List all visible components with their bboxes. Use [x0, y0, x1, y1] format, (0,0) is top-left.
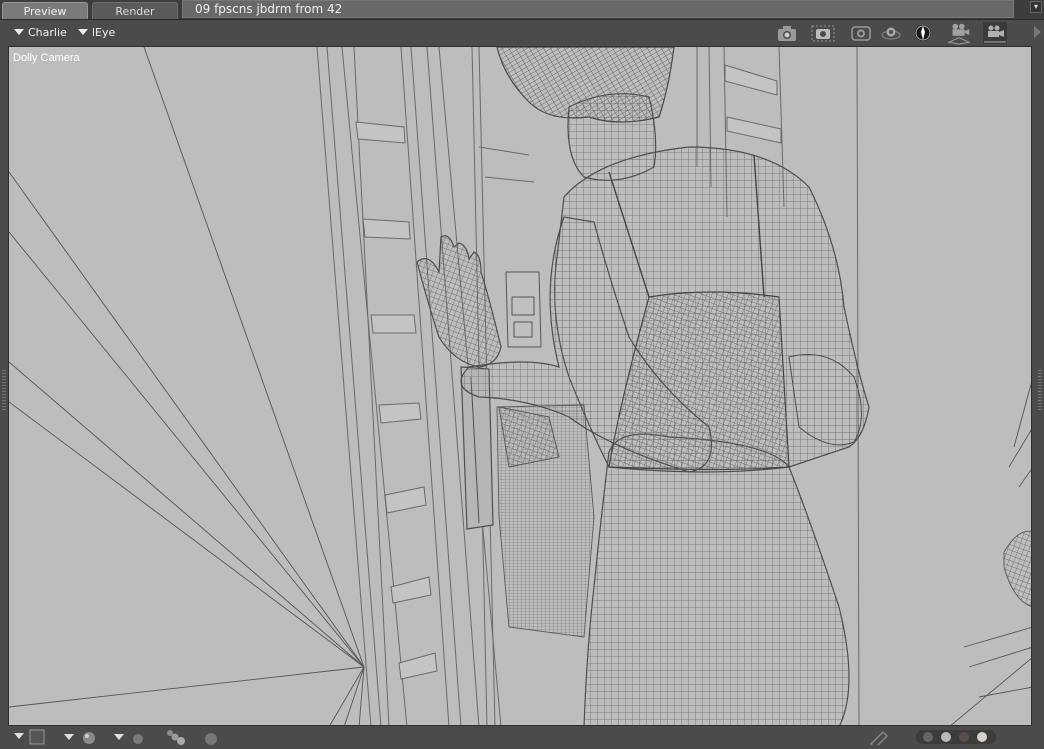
camera-select[interactable]: lEye	[78, 24, 115, 42]
figure-select[interactable]: Charlie	[14, 24, 67, 42]
chevron-down-icon	[78, 29, 88, 35]
panel-menu-button[interactable]: ▾	[1030, 1, 1042, 13]
tab-preview[interactable]: Preview	[2, 2, 88, 19]
tab-render[interactable]: Render	[92, 2, 178, 19]
3d-viewport[interactable]: Dolly Camera	[8, 46, 1032, 726]
render-camera-icon[interactable]	[810, 20, 836, 46]
video-camera-icon[interactable]	[982, 20, 1008, 46]
wireframe-scene	[9, 47, 1031, 725]
plant-prop	[950, 382, 1031, 725]
render-preview-dots-icon[interactable]	[916, 729, 996, 745]
light-cone-lines	[9, 47, 365, 725]
camera-lens-icon[interactable]	[848, 20, 874, 46]
orbit-sphere-icon[interactable]	[878, 20, 904, 46]
ruler-icon[interactable]	[868, 729, 890, 749]
sphere-shade-icon[interactable]	[112, 729, 152, 745]
right-resize-grip[interactable]	[1038, 370, 1042, 410]
chevron-down-icon	[14, 29, 24, 35]
sphere-dark-icon[interactable]	[202, 729, 220, 745]
chevron-right-icon[interactable]	[1034, 26, 1041, 38]
shaded-sphere-icon[interactable]	[910, 20, 936, 46]
tab-bar: Preview Render 09 fpscns jbdrm from 42 ▾	[0, 0, 1044, 20]
viewport-bottom-bar	[0, 727, 1044, 749]
multi-sphere-icon[interactable]	[164, 729, 190, 745]
scene-title: 09 fpscns jbdrm from 42	[182, 0, 1014, 18]
viewport-toolbar: Charlie lEye	[0, 20, 1044, 46]
figure-select-label: Charlie	[28, 26, 67, 39]
snapshot-camera-icon[interactable]	[774, 20, 800, 46]
left-resize-grip[interactable]	[2, 370, 6, 410]
viewport-layout-icon[interactable]	[12, 729, 48, 745]
camera-select-label: lEye	[92, 26, 116, 39]
sphere-light-icon[interactable]	[62, 729, 102, 745]
projector-camera-icon[interactable]	[946, 20, 972, 46]
viewport-camera-label: Dolly Camera	[13, 52, 80, 64]
